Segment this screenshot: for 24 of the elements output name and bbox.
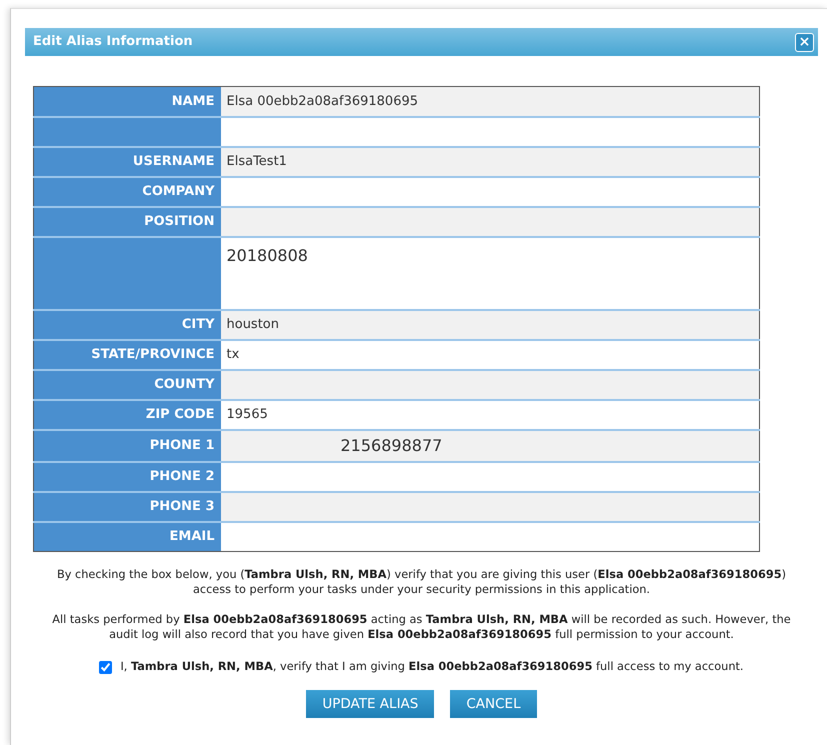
field-value: houston (220, 310, 760, 340)
notice-text: By checking the box below, you (Tambra Ulsh, RN, MBA) verify that you are giving this user (Elsa 00ebb2a08af369180695) access to perform your tasks under your security permissions in this application. (56, 568, 787, 598)
field-label: PHONE 3 (34, 492, 220, 522)
field-value: Elsa 00ebb2a08af369180695 (220, 86, 760, 116)
consent-text: I, Tambra Ulsh, RN, MBA, verify that I am giving Elsa 00ebb2a08af369180695 full access to my account. (120, 658, 744, 675)
field-label: CITY (34, 310, 220, 340)
field-label: POSITION (34, 206, 220, 236)
close-button[interactable]: × (795, 32, 814, 52)
update-button[interactable]: UPDATE ALIAS (306, 690, 434, 718)
field-value: ElsaTest1 (220, 146, 760, 176)
cancel-button[interactable]: CANCEL (450, 690, 537, 718)
field-value: 2156898877 (220, 430, 760, 462)
field-label: EMAIL (34, 522, 220, 552)
field-label: NAME (34, 86, 220, 116)
field-label: COMPANY (34, 176, 220, 206)
field-label: PHONE 2 (34, 462, 220, 492)
dialog-title: Edit Alias Information (33, 33, 193, 52)
consent-checkbox[interactable] (99, 660, 112, 674)
field-label: USERNAME (34, 146, 220, 176)
field-label: PHONE 1 (34, 430, 220, 462)
field-label: STATE/PROVINCE (34, 340, 220, 370)
field-label: ZIP CODE (34, 400, 220, 430)
field-label: COUNTY (34, 370, 220, 400)
notice-text: All tasks performed by Elsa 00ebb2a08af369180695 acting as Tambra Ulsh, RN, MBA will be recorded as such. However, the audit log will also record that you have given Elsa 00ebb2a08af369180695 full permission to your account. (51, 613, 792, 643)
